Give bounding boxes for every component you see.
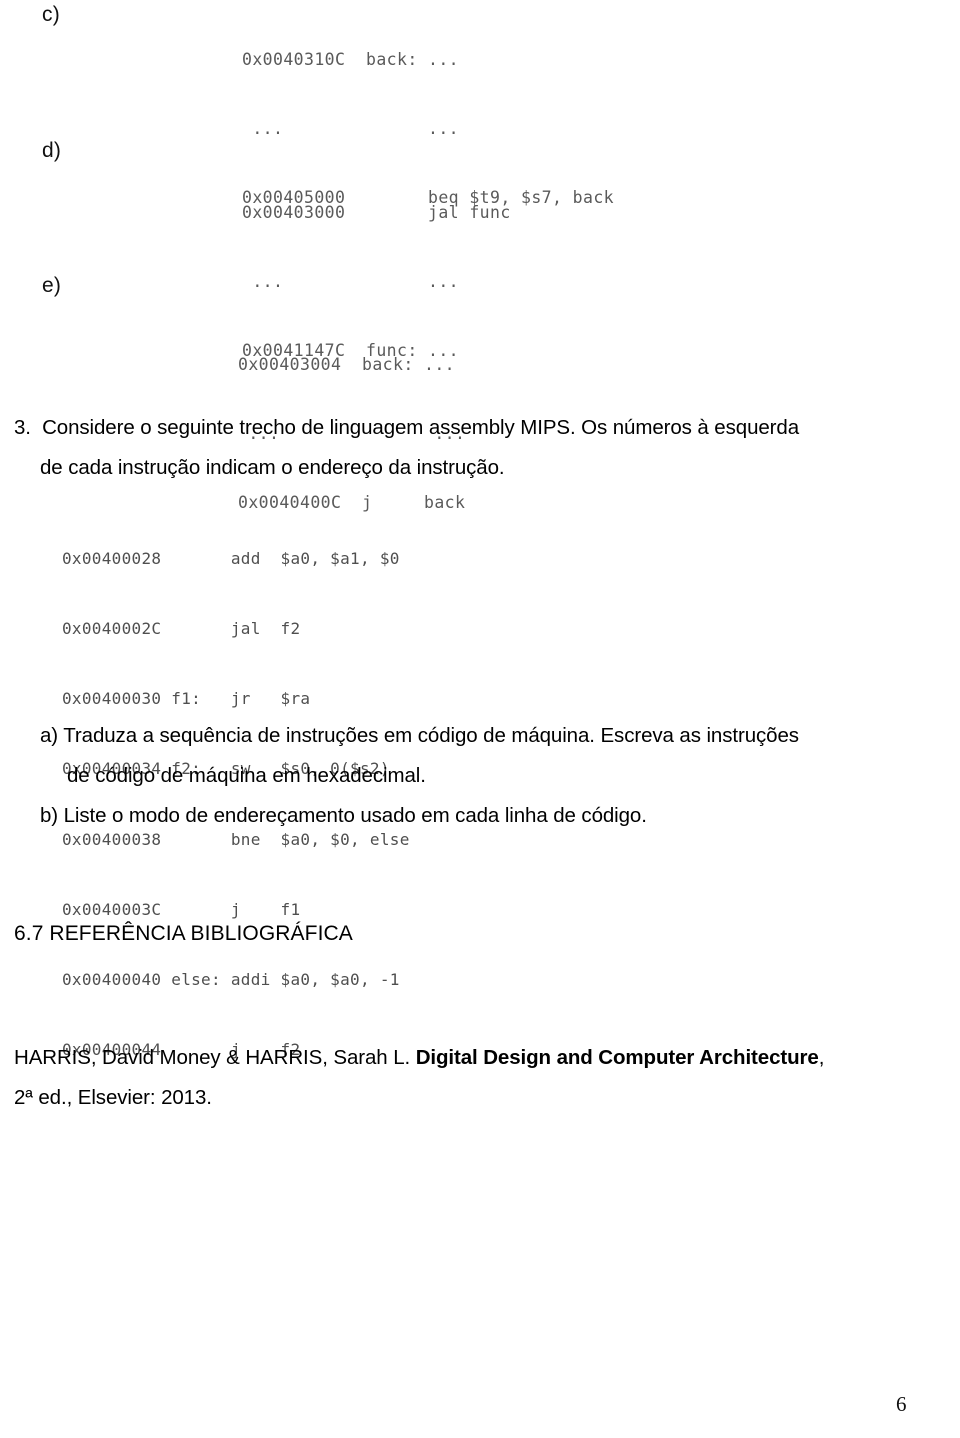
assembly-line: 0x00400040 else: addi $a0, $a0, -1 [62,970,400,990]
exercise-item-letter-d: d) [42,139,62,162]
code-line: 0x0040310C back: ... [242,50,460,69]
bibliography-entry: HARRIS, David Money & HARRIS, Sarah L. D… [14,1038,954,1118]
code-line: 0x00403004 back: ... [238,355,456,374]
assembly-line: 0x00400030 f1: jr $ra [62,689,311,709]
bibliography-line-authors-title: HARRIS, David Money & HARRIS, Sarah L. D… [14,1038,954,1078]
code-line: ... ... [242,119,460,138]
document-page: c) 0x0040310C back: ... ... ... 0x004050… [0,0,960,1438]
sub-question-b: b) Liste o modo de endereçamento usado e… [40,796,960,836]
bibliography-authors: HARRIS, David Money & HARRIS, Sarah L. [14,1046,416,1069]
bibliography-line-edition: 2ª ed., Elsevier: 2013. [14,1086,212,1109]
page-number: 6 [896,1392,907,1416]
sub-question-a: a) Traduza a sequência de instruções em … [40,716,960,796]
sub-question-line: de código de máquina em hexadecimal. [67,764,426,787]
bibliography-title: Digital Design and Computer Architecture [415,1046,819,1069]
exercise-item-letter-e: e) [42,274,62,297]
exercise-item-letter-c: c) [42,3,60,26]
assembly-line: 0x00400028 add $a0, $a1, $0 [62,548,400,568]
references-section-heading: 6.7 REFERÊNCIA BIBLIOGRÁFICA [14,922,353,945]
statement-line: 3. Considere o seguinte trecho de lingua… [14,416,799,439]
statement-line: de cada instrução indicam o endereço da … [40,456,505,479]
bibliography-title-comma: , [818,1046,825,1069]
code-line: ... ... [242,272,460,291]
sub-question-line: b) Liste o modo de endereçamento usado e… [40,804,647,827]
sub-question-line: a) Traduza a sequência de instruções em … [40,724,799,747]
assembly-line: 0x0040003C j f1 [62,899,301,919]
question-3-statement: 3. Considere o seguinte trecho de lingua… [14,408,950,488]
assembly-line: 0x0040002C jal f2 [62,619,301,639]
code-line: 0x00403000 jal func [242,203,511,222]
